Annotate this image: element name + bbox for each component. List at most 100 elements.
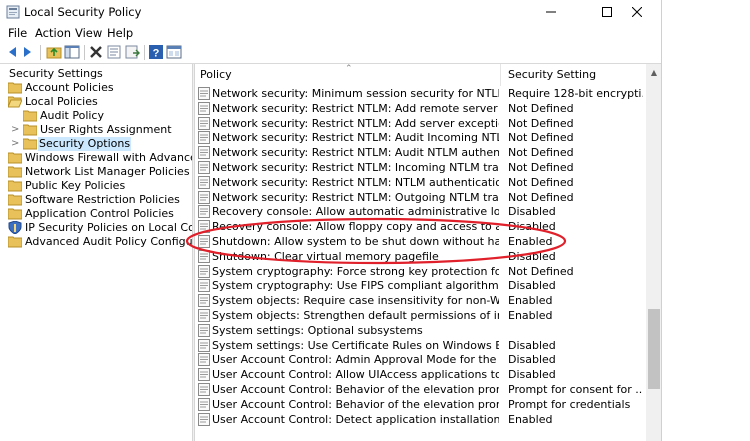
title-bar: Local Security Policy [0,0,750,24]
policy-name-cell: Shutdown: Allow system to be shut down w… [212,235,499,248]
tree-item-label: Advanced Audit Policy Configuration [25,235,192,248]
table-row[interactable]: Network security: Minimum session securi… [196,86,646,101]
tree-item-application-control[interactable]: Application Control Policies [0,207,192,221]
menu-view[interactable]: View [75,26,102,40]
show-tree-icon[interactable] [64,44,80,60]
delete-icon[interactable] [88,44,104,60]
menu-file[interactable]: File [8,26,27,40]
pane-splitter[interactable] [192,64,195,441]
help-icon[interactable]: ? [148,44,164,60]
forward-icon[interactable] [20,44,36,60]
policy-name-cell: Network security: Restrict NTLM: NTLM au… [212,175,499,189]
tree-item-ip-security[interactable]: IP Security Policies on Local Computer [0,221,192,235]
tree-item-audit-policy[interactable]: Audit Policy [0,109,192,123]
policy-name-cell: User Account Control: Allow UIAccess app… [212,368,499,382]
table-row[interactable]: System settings: Optional subsystems [196,323,646,338]
table-row[interactable]: System cryptography: Use FIPS compliant … [196,278,646,293]
tree-item-network-list-manager[interactable]: Network List Manager Policies [0,165,192,179]
security-setting-cell: Not Defined [508,264,574,278]
chevron-right-icon[interactable]: > [11,123,20,137]
policy-item-icon [198,383,210,396]
table-row[interactable]: Shutdown: Clear virtual memory pagefile D… [196,249,646,264]
column-header-security-setting[interactable]: Security Setting [501,64,646,86]
minimize-button[interactable] [529,0,573,24]
column-header-policy[interactable]: ⌃ Policy [196,64,501,86]
table-row[interactable]: User Account Control: Behavior of the el… [196,397,646,412]
folder-icon [8,152,22,164]
tree-item-windows-firewall[interactable]: Windows Firewall with Advanced Securit [0,151,192,165]
properties-icon[interactable] [106,44,122,60]
policy-item-icon [198,353,210,367]
table-row[interactable]: Recovery console: Allow floppy copy and … [196,219,646,234]
tree-pane: Security Settings Account Policies Local… [0,64,192,441]
table-row[interactable]: Shutdown: Allow system to be shut down w… [196,234,646,249]
tree-item-label: Security Options [38,137,132,151]
security-setting-cell: Disabled [508,368,556,382]
policy-name-cell: Network security: Restrict NTLM: Audit N… [212,146,499,160]
table-row[interactable]: Recovery console: Allow automatic admini… [196,204,646,219]
close-button[interactable] [615,0,659,24]
export-icon[interactable] [124,44,140,60]
tree-item-public-key-policies[interactable]: Public Key Policies [0,179,192,193]
policy-item-icon [198,205,210,219]
back-icon[interactable] [4,44,20,60]
policy-name-cell: User Account Control: Behavior of the el… [212,397,499,411]
policy-item-icon [198,175,210,189]
table-row[interactable]: System objects: Strengthen default permi… [196,308,646,323]
tree-item-advanced-audit[interactable]: Advanced Audit Policy Configuration [0,235,192,249]
policy-item-icon [198,338,210,352]
policy-item-icon [198,412,210,426]
security-setting-cell: Prompt for consent for ... [508,383,643,396]
console-icon[interactable] [166,44,182,60]
table-row[interactable]: Network security: Restrict NTLM: Audit N… [196,145,646,160]
minimize-icon [546,11,556,13]
tree-item-local-policies[interactable]: Local Policies [0,95,192,109]
policy-name-cell: System objects: Require case insensitivi… [212,294,499,308]
chevron-right-icon[interactable]: > [11,137,20,151]
vertical-scrollbar[interactable]: ▲ [646,64,662,441]
tree-item-user-rights-assignment[interactable]: > User Rights Assignment [0,123,192,137]
table-row[interactable]: User Account Control: Detect application… [196,412,646,427]
policy-name-cell: Recovery console: Allow floppy copy and … [212,220,499,234]
menu-action[interactable]: Action [35,26,71,40]
table-row[interactable]: Network security: Restrict NTLM: Add ser… [196,116,646,131]
table-row[interactable]: User Account Control: Allow UIAccess app… [196,367,646,382]
menu-help[interactable]: Help [107,26,133,40]
folder-icon [8,180,22,192]
close-icon [632,7,642,17]
policy-name-cell: User Account Control: Admin Approval Mod… [212,353,499,367]
policy-item-icon [198,87,210,100]
table-row[interactable]: Network security: Restrict NTLM: Outgoin… [196,190,646,205]
tree-root-security-settings[interactable]: Security Settings [0,67,192,81]
policy-item-icon [198,397,210,411]
policy-name-cell: Network security: Minimum session securi… [212,87,499,100]
tree-item-label: Windows Firewall with Advanced Securit [25,151,192,164]
up-folder-icon[interactable] [46,44,62,60]
menu-bar: File Action View Help [0,24,750,42]
security-setting-cell: Enabled [508,235,553,248]
table-row[interactable]: System settings: Use Certificate Rules o… [196,338,646,353]
policy-list: ⌃ Policy Security Setting Network securi… [196,64,646,441]
table-row[interactable]: System cryptography: Force strong key pr… [196,264,646,279]
table-row[interactable]: System objects: Require case insensitivi… [196,293,646,308]
tree-item-account-policies[interactable]: Account Policies [0,81,192,95]
table-row[interactable]: Network security: Restrict NTLM: Incomin… [196,160,646,175]
scroll-up-arrow-icon[interactable]: ▲ [646,64,662,81]
table-row[interactable]: Network security: Restrict NTLM: Audit I… [196,130,646,145]
scroll-thumb[interactable] [648,309,660,389]
table-row[interactable]: Network security: Restrict NTLM: Add rem… [196,101,646,116]
column-header-label: Policy [200,68,232,81]
tree-item-security-options[interactable]: > Security Options [0,137,192,151]
tree-item-software-restriction[interactable]: Software Restriction Policies [0,193,192,207]
policy-name-cell: Recovery console: Allow automatic admini… [212,205,499,219]
policy-item-icon [198,161,210,174]
table-row[interactable]: User Account Control: Admin Approval Mod… [196,352,646,367]
table-row[interactable]: User Account Control: Behavior of the el… [196,382,646,397]
table-row[interactable]: Network security: Restrict NTLM: NTLM au… [196,175,646,190]
policy-item-icon [198,190,210,204]
desktop-background [662,24,750,441]
policy-item-icon [198,323,210,337]
tree-item-label: Local Policies [25,95,98,108]
policy-name-cell: Network security: Restrict NTLM: Incomin… [212,161,499,174]
security-setting-cell: Disabled [508,279,556,293]
